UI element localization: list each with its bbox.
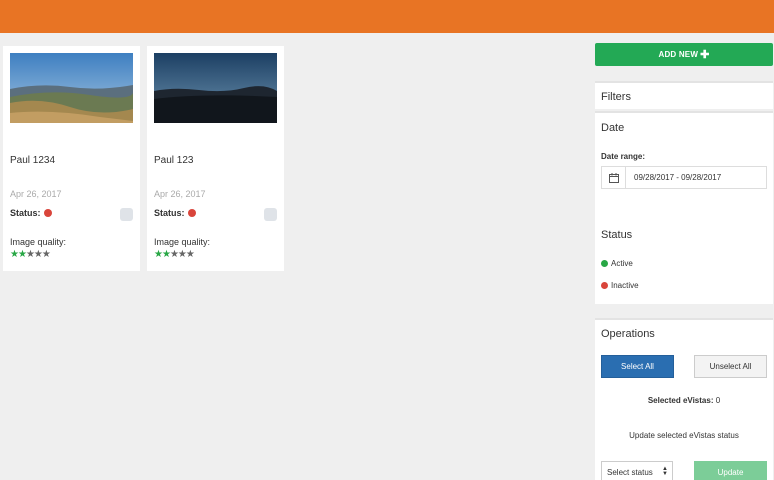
status-inactive-dot-icon [187, 209, 196, 217]
add-new-button[interactable]: ADD NEW ✚ [595, 43, 773, 66]
card-status: Status: [10, 208, 52, 218]
calendar-icon[interactable] [602, 167, 626, 188]
card-date: Apr 26, 2017 [154, 189, 206, 199]
card-date: Apr 26, 2017 [10, 189, 62, 199]
status-inactive-dot-icon [43, 209, 52, 217]
top-header-bar [0, 0, 774, 33]
status-label: Status: [10, 208, 41, 218]
active-dot-icon [601, 260, 608, 267]
status-filter-label: Inactive [611, 281, 639, 290]
date-status-panel: Date Date range: 09/28/2017 - 09/28/2017… [595, 111, 773, 304]
star-filled-icon: ★ [10, 249, 19, 260]
operations-title: Operations [601, 328, 655, 340]
star-filled-icon: ★ [17, 249, 27, 260]
date-range-label: Date range: [601, 152, 646, 161]
selected-count: Selected eVistas: 0 [595, 396, 773, 405]
filters-panel: Filters [595, 81, 773, 109]
card-thumbnail[interactable] [10, 53, 133, 123]
card-select-checkbox[interactable] [264, 208, 277, 221]
star-filled-icon: ★ [154, 249, 163, 260]
select-all-button[interactable]: Select All [601, 355, 674, 378]
inactive-dot-icon [601, 282, 608, 289]
evista-card[interactable]: Paul 123 Apr 26, 2017 Status: Image qual… [147, 46, 284, 271]
select-status-value: Select status [607, 467, 653, 477]
operations-panel: Operations Select All Unselect All Selec… [595, 318, 773, 480]
evista-card[interactable]: Paul 1234 Apr 26, 2017 Status: Image qua… [3, 46, 140, 271]
card-thumbnail[interactable] [154, 53, 277, 123]
star-empty-icon: ★ [185, 249, 195, 260]
add-new-label: ADD NEW [658, 50, 699, 59]
star-filled-icon: ★ [161, 249, 171, 260]
card-select-checkbox[interactable] [120, 208, 133, 221]
update-status-title: Update selected eVistas status [629, 431, 739, 440]
card-title: Paul 123 [154, 155, 194, 166]
image-quality-rating: ★★★★★ [10, 249, 51, 260]
image-quality-rating: ★★★★★ [154, 249, 195, 260]
update-button[interactable]: Update [694, 461, 767, 480]
card-status: Status: [154, 208, 196, 218]
status-section-title: Status [601, 229, 633, 241]
image-quality-label: Image quality: [10, 237, 67, 247]
unselect-all-button[interactable]: Unselect All [694, 355, 767, 378]
date-range-input[interactable]: 09/28/2017 - 09/28/2017 [601, 166, 767, 189]
star-empty-icon: ★ [33, 249, 43, 260]
image-quality-label: Image quality: [154, 237, 211, 247]
card-title: Paul 1234 [10, 155, 56, 166]
star-empty-icon: ★ [177, 249, 187, 260]
star-empty-icon: ★ [169, 249, 179, 260]
updown-arrows-icon: ▲ ▼ [662, 466, 668, 477]
status-label: Status: [154, 208, 185, 218]
selected-label: Selected eVistas: [647, 396, 714, 405]
star-empty-icon: ★ [25, 249, 35, 260]
date-section-title: Date [601, 122, 625, 134]
date-range-value: 09/28/2017 - 09/28/2017 [634, 173, 722, 182]
status-filter-active[interactable]: Active [601, 259, 633, 268]
status-filter-label: Active [611, 259, 633, 268]
plus-icon: ✚ [700, 48, 710, 61]
select-status-dropdown[interactable]: Select status ▲ ▼ [601, 461, 673, 480]
filters-title: Filters [601, 91, 631, 103]
star-empty-icon: ★ [41, 249, 51, 260]
status-filter-inactive[interactable]: Inactive [601, 281, 639, 290]
selected-count-value: 0 [715, 396, 721, 405]
